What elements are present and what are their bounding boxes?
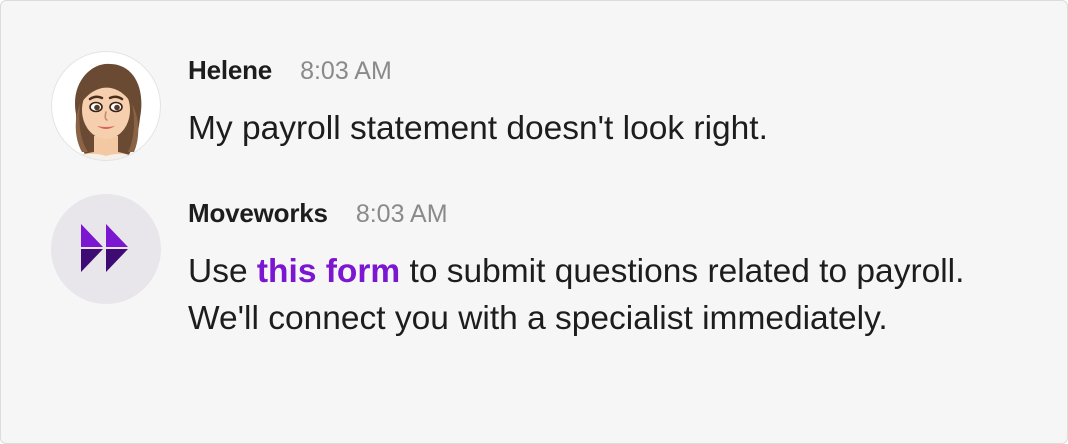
message-header: Moveworks 8:03 AM [188, 198, 448, 229]
form-link[interactable]: this form [257, 253, 400, 290]
moveworks-logo-icon [81, 224, 128, 272]
timestamp[interactable]: 8:03 AM [300, 57, 392, 85]
sender-name[interactable]: Moveworks [188, 198, 328, 228]
avatar[interactable] [51, 194, 161, 304]
message-text: My payroll statement doesn't look right. [188, 110, 768, 147]
message-text-start: Use [188, 253, 257, 290]
avatar[interactable] [51, 51, 161, 161]
sender-name[interactable]: Helene [188, 55, 272, 85]
timestamp[interactable]: 8:03 AM [356, 200, 448, 228]
message-header: Helene 8:03 AM [188, 55, 392, 86]
message-text: Use this form to submit questions relate… [188, 248, 1028, 342]
helene-avatar [70, 63, 142, 160]
chat-transcript: Helene 8:03 AM My payroll statement doesn… [0, 0, 1068, 444]
